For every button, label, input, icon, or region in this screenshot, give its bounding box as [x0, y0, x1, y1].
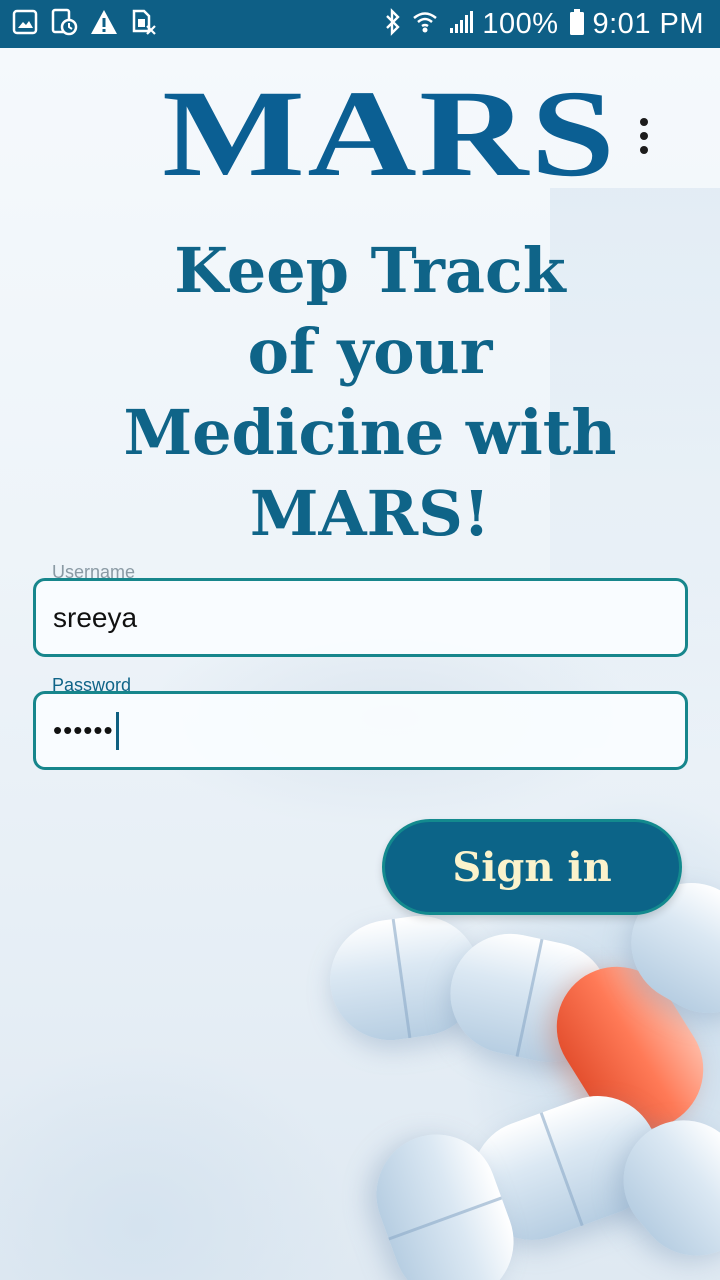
status-bar: 100% 9:01 PM	[0, 0, 720, 48]
headline-line: Medicine with	[123, 396, 617, 469]
menu-dot	[640, 146, 648, 154]
warning-icon	[90, 9, 118, 40]
more-vert-icon[interactable]	[626, 112, 662, 160]
password-label: Password	[52, 675, 132, 695]
no-sim-icon	[130, 9, 156, 40]
menu-dot	[640, 132, 648, 140]
username-field[interactable]: sreeya	[33, 578, 688, 657]
sign-in-button[interactable]: Sign in	[382, 819, 682, 915]
headline-line: of your	[247, 315, 493, 388]
calendar-clock-icon	[50, 8, 78, 41]
battery-percent: 100%	[482, 7, 559, 40]
headline-line: Keep Track	[174, 234, 566, 307]
password-value: ••••••	[53, 715, 114, 745]
bluetooth-icon	[384, 7, 402, 41]
mars-logo: MARS	[162, 65, 618, 202]
wifi-icon	[412, 9, 438, 40]
battery-icon	[569, 8, 585, 41]
password-field[interactable]: ••••••	[33, 691, 688, 770]
username-label: Username	[52, 562, 136, 582]
status-time: 9:01 PM	[592, 7, 704, 40]
text-cursor	[115, 711, 119, 750]
status-left	[12, 8, 168, 41]
menu-dot	[640, 118, 648, 126]
signal-icon	[448, 9, 474, 40]
username-value: sreeya	[53, 601, 138, 633]
status-right: 100% 9:01 PM	[374, 8, 704, 41]
headline-line: MARS!	[249, 477, 491, 550]
headline: Keep Track of your Medicine with MARS!	[60, 230, 680, 554]
image-icon	[12, 9, 38, 40]
